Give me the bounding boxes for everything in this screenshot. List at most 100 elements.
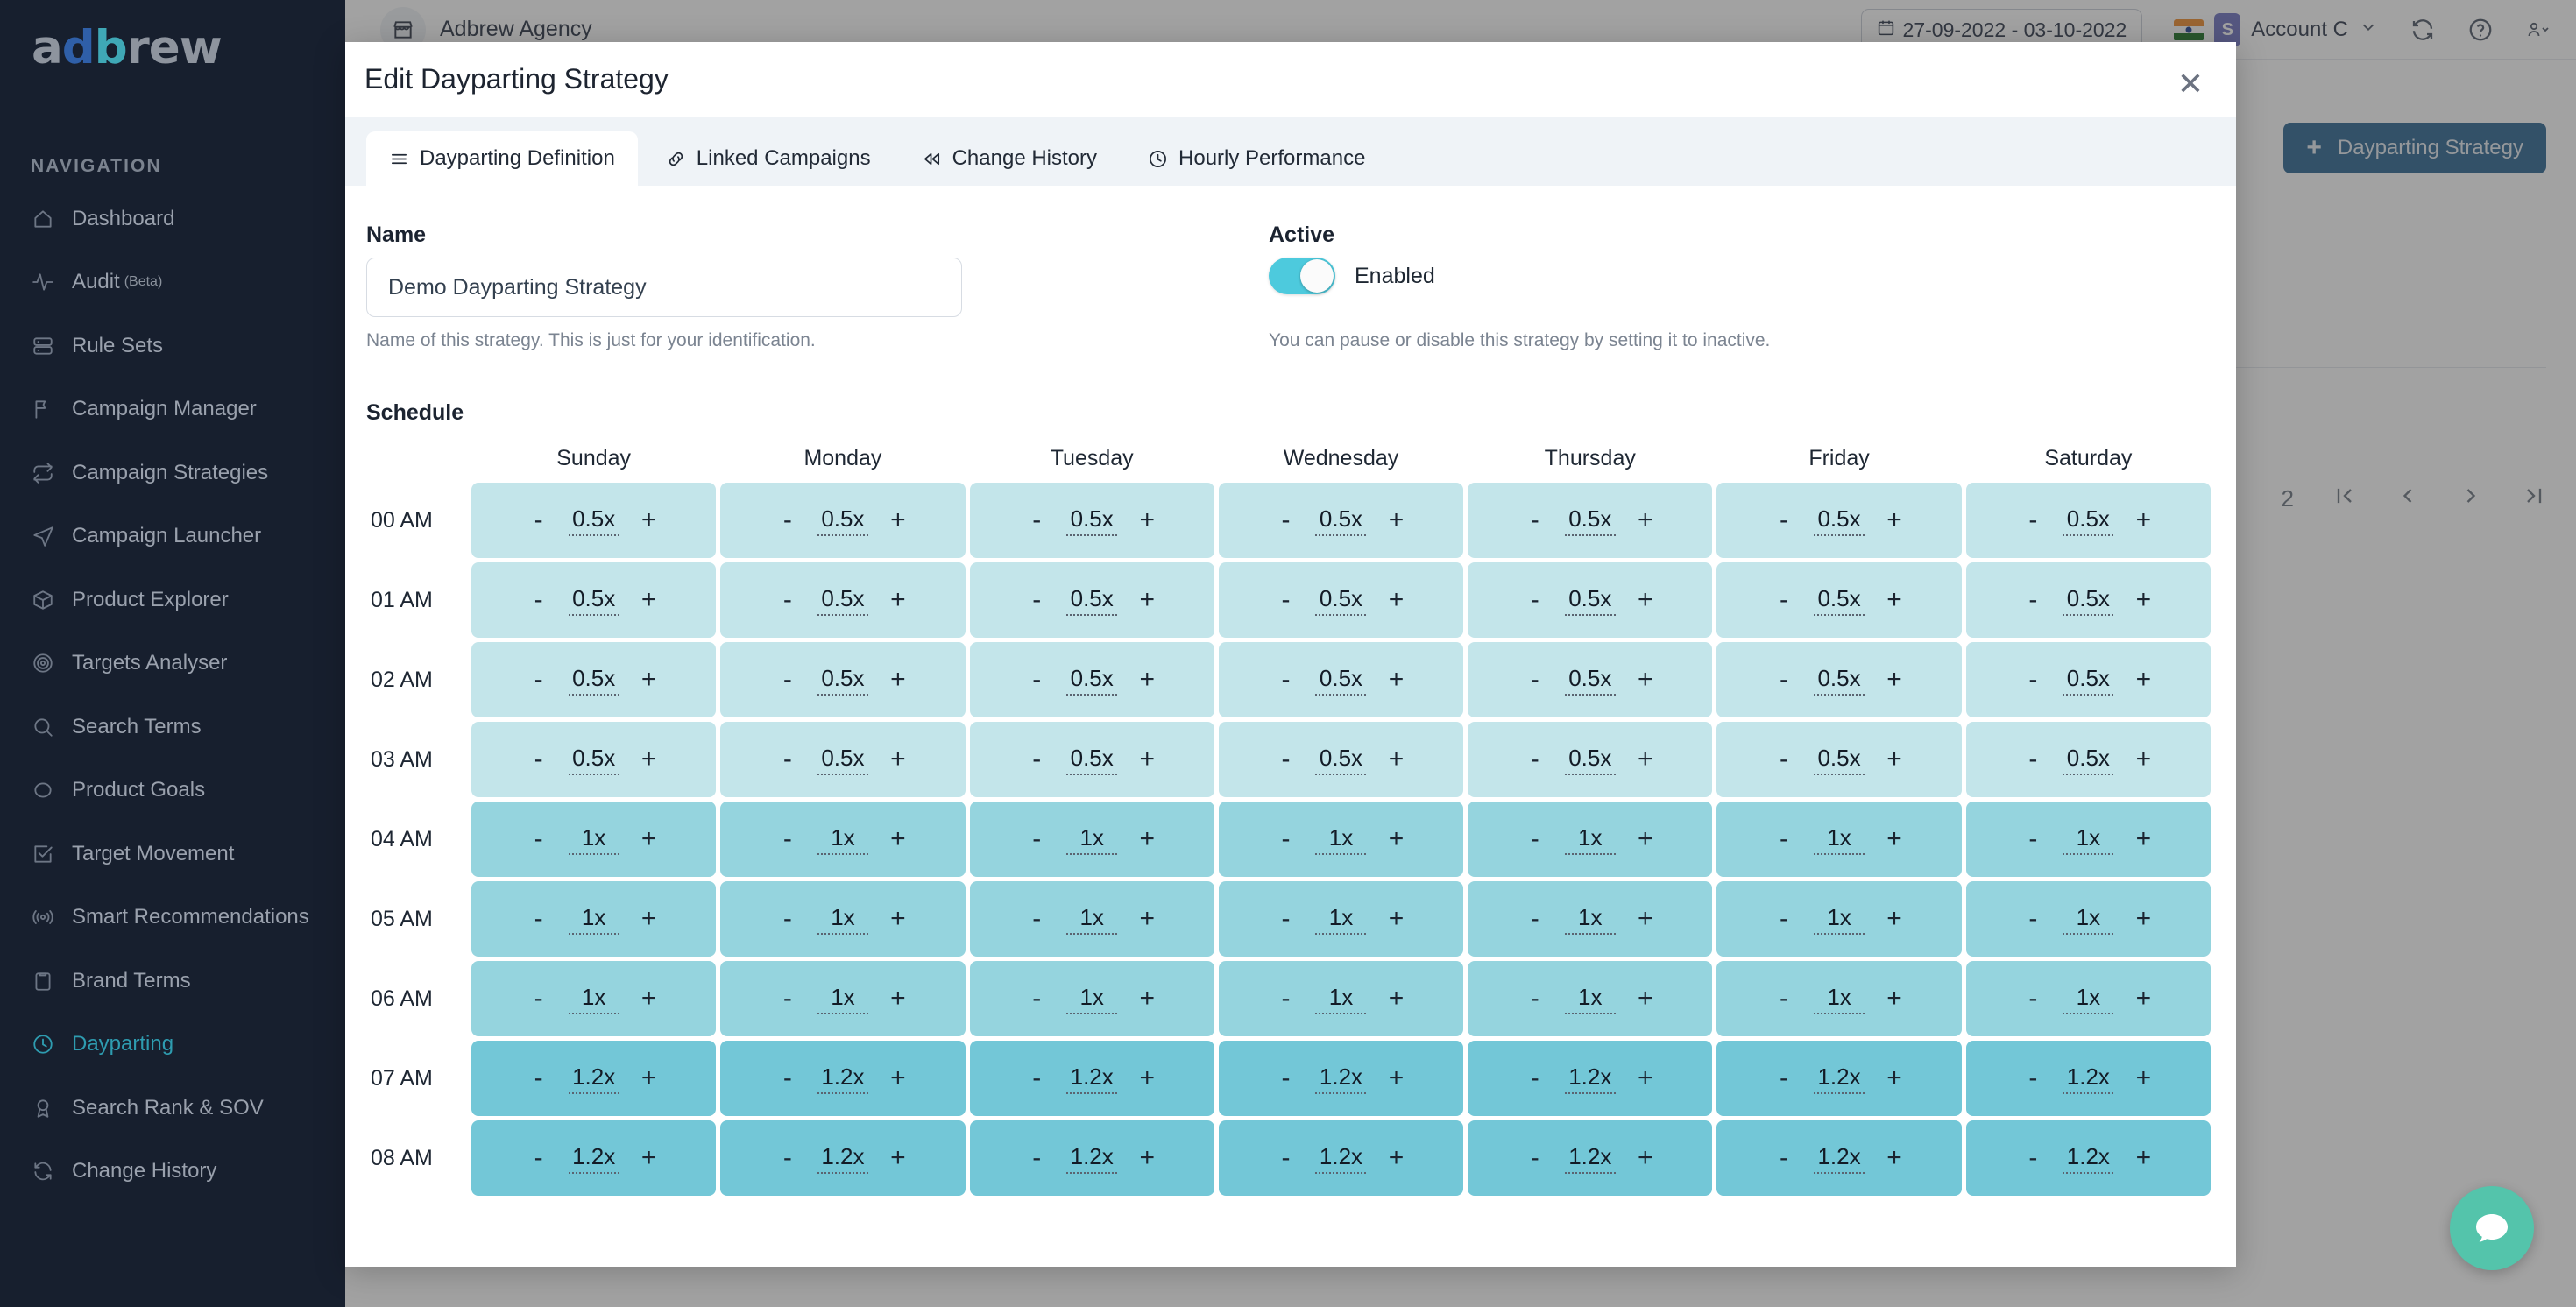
bid-multiplier-value[interactable]: 1.2x bbox=[1814, 1143, 1865, 1174]
increment-button[interactable]: + bbox=[1385, 986, 1406, 1012]
decrement-button[interactable]: - bbox=[1275, 507, 1296, 533]
decrement-button[interactable]: - bbox=[1026, 507, 1047, 533]
increment-button[interactable]: + bbox=[888, 587, 909, 613]
increment-button[interactable]: + bbox=[1884, 986, 1905, 1012]
sidebar-item-dayparting[interactable]: Dayparting bbox=[0, 1026, 345, 1063]
bid-multiplier-value[interactable]: 0.5x bbox=[1564, 745, 1616, 775]
increment-button[interactable]: + bbox=[1385, 667, 1406, 693]
increment-button[interactable]: + bbox=[2133, 826, 2154, 852]
bid-multiplier-value[interactable]: 1x bbox=[2063, 824, 2114, 855]
increment-button[interactable]: + bbox=[639, 826, 660, 852]
decrement-button[interactable]: - bbox=[1026, 587, 1047, 613]
bid-multiplier-value[interactable]: 1x bbox=[1066, 984, 1118, 1014]
decrement-button[interactable]: - bbox=[1026, 826, 1047, 852]
bid-multiplier-value[interactable]: 0.5x bbox=[1564, 585, 1616, 616]
increment-button[interactable]: + bbox=[2133, 1145, 2154, 1171]
sidebar-item-search-rank-sov[interactable]: Search Rank & SOV bbox=[0, 1089, 345, 1127]
decrement-button[interactable]: - bbox=[1525, 667, 1546, 693]
increment-button[interactable]: + bbox=[639, 906, 660, 932]
bid-multiplier-value[interactable]: 0.5x bbox=[1066, 505, 1118, 536]
decrement-button[interactable]: - bbox=[1026, 746, 1047, 773]
increment-button[interactable]: + bbox=[1635, 1145, 1656, 1171]
bid-multiplier-value[interactable]: 1x bbox=[1315, 824, 1367, 855]
strategy-name-input[interactable] bbox=[366, 258, 962, 317]
decrement-button[interactable]: - bbox=[2022, 667, 2043, 693]
decrement-button[interactable]: - bbox=[1773, 746, 1794, 773]
bid-multiplier-value[interactable]: 0.5x bbox=[568, 505, 619, 536]
decrement-button[interactable]: - bbox=[1525, 746, 1546, 773]
bid-multiplier-value[interactable]: 0.5x bbox=[1315, 585, 1367, 616]
increment-button[interactable]: + bbox=[2133, 587, 2154, 613]
increment-button[interactable]: + bbox=[1635, 667, 1656, 693]
bid-multiplier-value[interactable]: 0.5x bbox=[1315, 745, 1367, 775]
bid-multiplier-value[interactable]: 1.2x bbox=[2063, 1063, 2114, 1094]
decrement-button[interactable]: - bbox=[777, 507, 798, 533]
increment-button[interactable]: + bbox=[1884, 1145, 1905, 1171]
decrement-button[interactable]: - bbox=[777, 1145, 798, 1171]
decrement-button[interactable]: - bbox=[2022, 746, 2043, 773]
decrement-button[interactable]: - bbox=[1525, 1145, 1546, 1171]
bid-multiplier-value[interactable]: 1x bbox=[1315, 984, 1367, 1014]
tab-dayparting-definition[interactable]: Dayparting Definition bbox=[366, 131, 638, 186]
decrement-button[interactable]: - bbox=[1773, 906, 1794, 932]
bid-multiplier-value[interactable]: 1x bbox=[568, 904, 619, 935]
bid-multiplier-value[interactable]: 0.5x bbox=[1066, 585, 1118, 616]
bid-multiplier-value[interactable]: 1.2x bbox=[568, 1143, 619, 1174]
bid-multiplier-value[interactable]: 0.5x bbox=[817, 585, 868, 616]
increment-button[interactable]: + bbox=[1136, 746, 1157, 773]
decrement-button[interactable]: - bbox=[528, 667, 549, 693]
increment-button[interactable]: + bbox=[1635, 746, 1656, 773]
bid-multiplier-value[interactable]: 1x bbox=[1814, 904, 1865, 935]
decrement-button[interactable]: - bbox=[1773, 667, 1794, 693]
increment-button[interactable]: + bbox=[1635, 587, 1656, 613]
bid-multiplier-value[interactable]: 1x bbox=[568, 984, 619, 1014]
decrement-button[interactable]: - bbox=[2022, 986, 2043, 1012]
increment-button[interactable]: + bbox=[1884, 826, 1905, 852]
sidebar-item-change-history[interactable]: Change History bbox=[0, 1153, 345, 1190]
increment-button[interactable]: + bbox=[639, 507, 660, 533]
sidebar-item-brand-terms[interactable]: Brand Terms bbox=[0, 962, 345, 1000]
chat-bubble-button[interactable] bbox=[2450, 1186, 2534, 1270]
decrement-button[interactable]: - bbox=[1773, 587, 1794, 613]
decrement-button[interactable]: - bbox=[2022, 826, 2043, 852]
increment-button[interactable]: + bbox=[888, 1065, 909, 1092]
bid-multiplier-value[interactable]: 1x bbox=[568, 824, 619, 855]
bid-multiplier-value[interactable]: 0.5x bbox=[1315, 505, 1367, 536]
increment-button[interactable]: + bbox=[639, 986, 660, 1012]
sidebar-item-rule-sets[interactable]: Rule Sets bbox=[0, 327, 345, 364]
decrement-button[interactable]: - bbox=[777, 746, 798, 773]
bid-multiplier-value[interactable]: 0.5x bbox=[817, 505, 868, 536]
decrement-button[interactable]: - bbox=[1275, 986, 1296, 1012]
sidebar-item-targets-analyser[interactable]: Targets Analyser bbox=[0, 645, 345, 682]
increment-button[interactable]: + bbox=[1635, 986, 1656, 1012]
bid-multiplier-value[interactable]: 0.5x bbox=[1066, 745, 1118, 775]
bid-multiplier-value[interactable]: 0.5x bbox=[1814, 585, 1865, 616]
decrement-button[interactable]: - bbox=[1773, 507, 1794, 533]
bid-multiplier-value[interactable]: 0.5x bbox=[568, 665, 619, 696]
bid-multiplier-value[interactable]: 0.5x bbox=[817, 665, 868, 696]
increment-button[interactable]: + bbox=[639, 587, 660, 613]
increment-button[interactable]: + bbox=[888, 507, 909, 533]
increment-button[interactable]: + bbox=[888, 667, 909, 693]
increment-button[interactable]: + bbox=[639, 1145, 660, 1171]
decrement-button[interactable]: - bbox=[777, 1065, 798, 1092]
increment-button[interactable]: + bbox=[1635, 906, 1656, 932]
decrement-button[interactable]: - bbox=[528, 906, 549, 932]
bid-multiplier-value[interactable]: 0.5x bbox=[2063, 665, 2114, 696]
sidebar-item-dashboard[interactable]: Dashboard bbox=[0, 200, 345, 237]
bid-multiplier-value[interactable]: 1.2x bbox=[1564, 1143, 1616, 1174]
sidebar-item-smart-recommendations[interactable]: Smart Recommendations bbox=[0, 899, 345, 936]
sidebar-item-product-explorer[interactable]: Product Explorer bbox=[0, 581, 345, 618]
increment-button[interactable]: + bbox=[1884, 667, 1905, 693]
tab-change-history[interactable]: Change History bbox=[899, 131, 1120, 186]
bid-multiplier-value[interactable]: 1.2x bbox=[1066, 1143, 1118, 1174]
decrement-button[interactable]: - bbox=[1275, 906, 1296, 932]
sidebar-item-campaign-launcher[interactable]: Campaign Launcher bbox=[0, 518, 345, 555]
decrement-button[interactable]: - bbox=[777, 587, 798, 613]
decrement-button[interactable]: - bbox=[777, 826, 798, 852]
sidebar-item-audit[interactable]: Audit (Beta) bbox=[0, 264, 345, 301]
decrement-button[interactable]: - bbox=[1773, 1145, 1794, 1171]
increment-button[interactable]: + bbox=[2133, 1065, 2154, 1092]
bid-multiplier-value[interactable]: 0.5x bbox=[1315, 665, 1367, 696]
bid-multiplier-value[interactable]: 1.2x bbox=[817, 1063, 868, 1094]
